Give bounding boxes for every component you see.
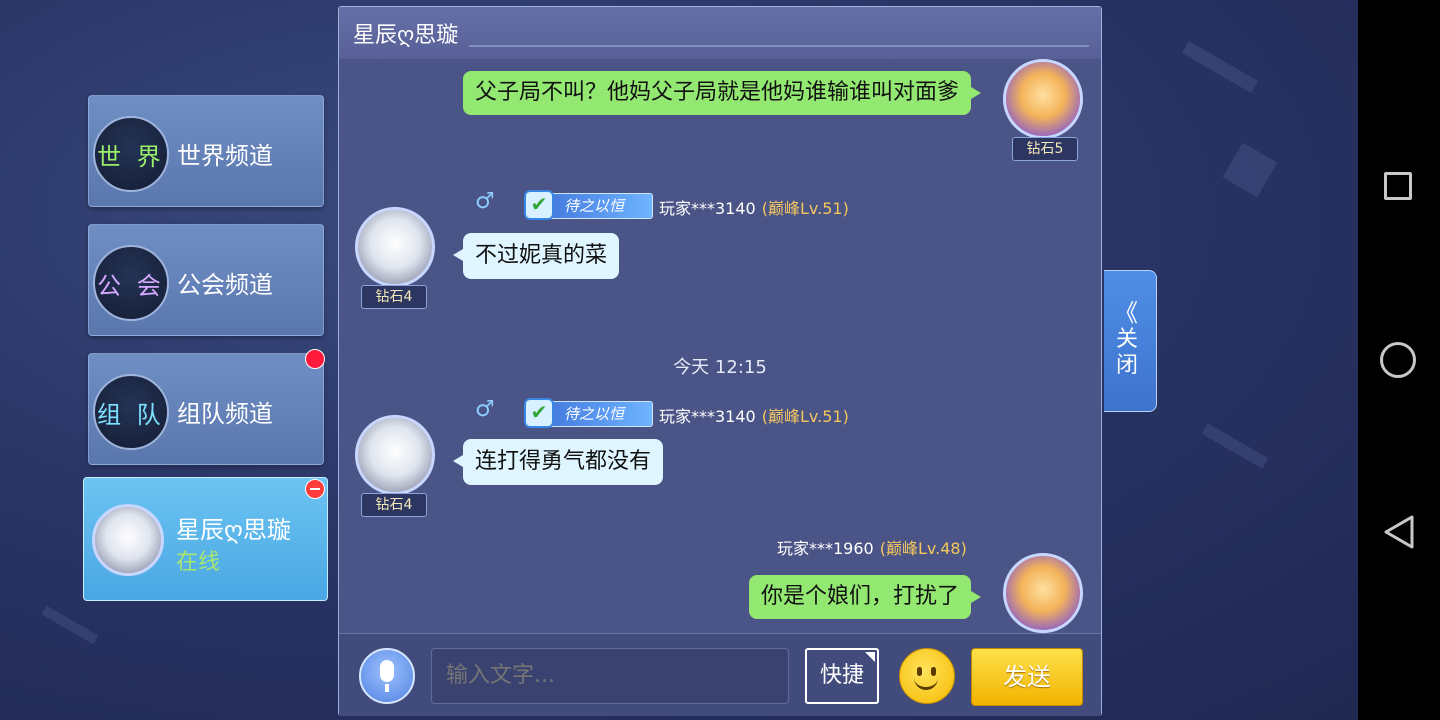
- private-chat-contact[interactable]: 星辰ღ思璇 在线: [83, 477, 328, 601]
- message-list[interactable]: 父子局不叫？他妈父子局就是他妈谁输谁叫对面爹 钻石5 ♂ ✔ 待之以恒 玩家**…: [339, 59, 1101, 633]
- background-decoration: [1181, 40, 1259, 94]
- message-input[interactable]: [431, 648, 789, 704]
- voice-button[interactable]: [359, 648, 415, 704]
- home-icon[interactable]: [1380, 342, 1416, 378]
- message-bubble[interactable]: 父子局不叫？他妈父子局就是他妈谁输谁叫对面爹: [462, 71, 982, 115]
- check-icon: ✔: [524, 190, 554, 220]
- message-bubble[interactable]: 你是个娘们，打扰了: [748, 575, 982, 619]
- world-channel-badge: 世 界: [93, 116, 169, 192]
- check-icon: ✔: [524, 398, 554, 428]
- channel-world[interactable]: 世 界 世界频道: [88, 95, 324, 207]
- double-chevron-left-icon: 《: [1114, 299, 1138, 327]
- contact-name: 星辰ღ思璇: [176, 516, 291, 544]
- close-chat-tab[interactable]: 《 关闭: [1104, 270, 1157, 412]
- background-decoration: [1222, 142, 1278, 198]
- background-decoration: [41, 605, 99, 645]
- sender-level: (巅峰Lv.51): [761, 407, 849, 426]
- self-avatar[interactable]: [1003, 59, 1083, 139]
- message-timestamp: 今天 12:15: [673, 357, 767, 378]
- self-avatar[interactable]: [1003, 553, 1083, 633]
- rank-badge: 钻石4: [361, 285, 427, 309]
- close-label: 关闭: [1115, 327, 1138, 378]
- chat-panel: 星辰ღ思璇 父子局不叫？他妈父子局就是他妈谁输谁叫对面爹 钻石5 ♂ ✔ 待之以…: [338, 6, 1102, 716]
- channel-guild[interactable]: 公 会 公会频道: [88, 224, 324, 336]
- contact-status: 在线: [176, 550, 221, 575]
- sender-info: 玩家***3140 (巅峰Lv.51): [659, 195, 849, 219]
- title-badge-text: 待之以恒: [564, 405, 625, 423]
- male-icon: ♂: [475, 397, 495, 422]
- header-divider: [469, 45, 1089, 47]
- input-bar: 快捷 发送: [339, 633, 1101, 716]
- channel-label: 组队频道: [177, 400, 273, 428]
- recent-apps-icon[interactable]: [1384, 172, 1412, 200]
- rank-badge: 钻石4: [361, 493, 427, 517]
- channel-label: 世界频道: [177, 142, 273, 170]
- title-badge: ✔ 待之以恒: [524, 190, 653, 220]
- title-badge: ✔ 待之以恒: [524, 398, 653, 428]
- chat-header: 星辰ღ思璇: [339, 7, 1101, 59]
- back-icon[interactable]: [1382, 515, 1416, 549]
- sender-name: 玩家***3140: [659, 407, 756, 426]
- message-bubble[interactable]: 不过妮真的菜: [452, 233, 620, 279]
- chat-title: 星辰ღ思璇: [353, 23, 459, 48]
- sender-name: 玩家***1960: [777, 539, 874, 558]
- sender-info: 玩家***1960 (巅峰Lv.48): [777, 535, 967, 559]
- sender-avatar[interactable]: [355, 415, 435, 495]
- channel-label: 公会频道: [177, 271, 273, 299]
- quick-phrases-button[interactable]: 快捷: [805, 648, 879, 704]
- send-button[interactable]: 发送: [971, 648, 1083, 706]
- remove-contact-button[interactable]: [305, 479, 325, 499]
- unread-dot: [305, 349, 325, 369]
- sender-avatar[interactable]: [355, 207, 435, 287]
- background-decoration: [1201, 423, 1269, 469]
- emoji-button[interactable]: [899, 648, 955, 704]
- team-channel-badge: 组 队: [93, 374, 169, 450]
- emoji-icon: [914, 675, 938, 690]
- sender-name: 玩家***3140: [659, 199, 756, 218]
- contact-avatar: [92, 504, 164, 576]
- rank-badge: 钻石5: [1012, 137, 1078, 161]
- title-badge-text: 待之以恒: [564, 197, 625, 215]
- male-icon: ♂: [475, 189, 495, 214]
- sender-info: 玩家***3140 (巅峰Lv.51): [659, 403, 849, 427]
- guild-channel-badge: 公 会: [93, 245, 169, 321]
- system-navigation-bar: [1358, 0, 1440, 720]
- message-bubble[interactable]: 连打得勇气都没有: [452, 439, 664, 485]
- sender-level: (巅峰Lv.51): [761, 199, 849, 218]
- channel-team[interactable]: 组 队 组队频道: [88, 353, 324, 465]
- sender-level: (巅峰Lv.48): [879, 539, 967, 558]
